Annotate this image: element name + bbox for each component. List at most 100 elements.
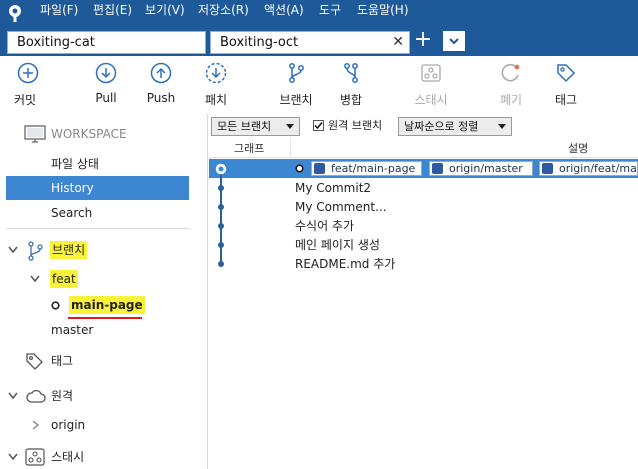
stash-button[interactable]: 스태시 <box>403 56 459 114</box>
graph-column-header[interactable]: 그래프 <box>234 140 264 156</box>
stash-icon <box>25 448 45 466</box>
branch-button[interactable]: 브랜치 <box>268 56 324 114</box>
commit-row[interactable]: 메인 페이지 생성 <box>209 236 638 255</box>
fetch-button[interactable]: 패치 <box>188 56 244 114</box>
remote-branches-checkbox[interactable] <box>313 120 324 131</box>
commit-message: My Commit2 <box>295 181 372 195</box>
menu-actions[interactable]: 액션(A) <box>264 0 304 22</box>
graph-node <box>218 242 224 248</box>
branch-item-master[interactable]: master <box>0 318 207 342</box>
merge-button[interactable]: 병합 <box>323 56 379 114</box>
branch-item-main-page[interactable]: main-page <box>0 293 207 319</box>
plus-circle-icon <box>17 62 39 84</box>
branch-folder-feat[interactable]: feat <box>0 267 207 291</box>
sourcetree-logo-icon <box>9 5 21 22</box>
menu-view[interactable]: 보기(V) <box>145 0 185 22</box>
push-button[interactable]: Push <box>133 56 189 114</box>
current-branch-dot-icon <box>51 301 60 310</box>
chevron-down-icon <box>8 392 18 400</box>
menu-repository[interactable]: 저장소(R) <box>198 0 249 22</box>
menu-edit[interactable]: 편집(E) <box>93 0 132 22</box>
tab-label: Boxiting-oct <box>220 35 299 50</box>
tag-icon <box>557 64 576 83</box>
commit-button[interactable]: 커밋 <box>0 56 56 114</box>
remote-label: origin <box>51 418 86 432</box>
new-tab-button[interactable]: + <box>413 29 433 52</box>
tag-label: 태그 <box>554 93 578 107</box>
stash-label: 스태시 <box>414 93 448 107</box>
tag-icon <box>26 353 43 370</box>
sidebar-item-history[interactable]: History <box>6 176 189 200</box>
close-icon[interactable]: ✕ <box>392 32 404 53</box>
commit-row[interactable]: README.md 추가 <box>209 255 638 274</box>
sidebar: WORKSPACE 파일 상태 History Search 브랜치 feat … <box>0 114 208 469</box>
discard-label: 폐기 <box>499 93 523 107</box>
chevron-right-icon <box>32 420 40 430</box>
commit-message: My Comment... <box>295 200 387 214</box>
branch-filter-dropdown[interactable]: 모든 브랜치 <box>211 117 300 136</box>
menu-help[interactable]: 도움말(H) <box>357 0 409 22</box>
history-filter-bar: 모든 브랜치 원격 브랜치 날짜순으로 정렬 <box>209 114 638 138</box>
tag-button[interactable]: 태그 <box>538 56 594 114</box>
tab-boxiting-oct[interactable]: Boxiting-oct ✕ <box>210 31 410 54</box>
graph-node <box>218 185 224 191</box>
branch-icon <box>432 163 443 174</box>
sort-order-dropdown[interactable]: 날짜순으로 정렬 <box>398 117 512 136</box>
discard-button[interactable]: 폐기 <box>483 56 539 114</box>
commit-row[interactable]: 수식어 추가 <box>209 217 638 236</box>
caret-down-icon <box>498 124 506 129</box>
menu-tools[interactable]: 도구 <box>319 0 341 22</box>
stash-title: 스태시 <box>51 450 85 464</box>
branch-icon <box>289 63 304 83</box>
sidebar-section-tags[interactable]: 태그 <box>0 349 207 373</box>
sidebar-section-stash[interactable]: 스태시 <box>0 445 207 469</box>
tab-boxiting-cat[interactable]: Boxiting-cat <box>7 31 206 54</box>
graph-node <box>218 261 224 267</box>
remotes-title: 원격 <box>51 389 74 403</box>
sidebar-item-label: History <box>51 181 94 195</box>
branch-icon <box>314 163 325 174</box>
toolbar: 커밋 Pull Push 패치 브랜치 병합 스태시 폐기 태그 <box>0 56 638 114</box>
monitor-icon <box>24 125 46 143</box>
description-column-header[interactable]: 설명 <box>568 140 588 156</box>
commit-row[interactable]: feat/main-page origin/master origin/feat… <box>209 159 638 178</box>
commit-message: 수식어 추가 <box>295 219 355 233</box>
branches-title: 브랜치 <box>50 241 88 259</box>
commit-graph <box>215 163 227 267</box>
dropdown-value: 날짜순으로 정렬 <box>404 120 479 133</box>
sidebar-item-search[interactable]: Search <box>0 201 207 225</box>
current-branch-label: main-page <box>69 296 145 314</box>
branch-label: master <box>51 323 94 337</box>
cloud-icon <box>26 389 46 403</box>
tab-label: Boxiting-cat <box>17 35 95 50</box>
sidebar-section-branches[interactable]: 브랜치 <box>0 238 207 262</box>
remote-item-origin[interactable]: origin <box>0 413 207 437</box>
workspace-header[interactable]: WORKSPACE <box>0 122 207 146</box>
sidebar-section-remotes[interactable]: 원격 <box>0 384 207 408</box>
fetch-dashed-circle-icon <box>205 62 227 84</box>
ref-text: origin/master <box>449 162 523 175</box>
ref-text: origin/feat/main-page <box>559 162 638 175</box>
commit-row[interactable]: My Commit2 <box>209 179 638 198</box>
remote-branches-label[interactable]: 원격 브랜치 <box>328 118 382 134</box>
chevron-down-icon <box>8 453 18 461</box>
commit-message: README.md 추가 <box>295 257 396 271</box>
chevron-down-icon <box>30 275 40 283</box>
stash-icon <box>421 64 441 82</box>
menu-file[interactable]: 파일(F) <box>40 0 78 22</box>
history-column-header: 그래프 설명 <box>209 138 638 158</box>
arrow-up-circle-icon <box>150 62 172 84</box>
commit-row[interactable]: My Comment... <box>209 198 638 217</box>
ref-text: feat/main-page <box>331 162 416 175</box>
pull-button[interactable]: Pull <box>78 56 134 114</box>
sidebar-item-label: 파일 상태 <box>51 157 99 171</box>
head-indicator-icon <box>295 164 304 173</box>
sidebar-item-file-status[interactable]: 파일 상태 <box>0 152 207 176</box>
branch-icon <box>542 163 553 174</box>
push-label: Push <box>146 91 176 105</box>
column-separator[interactable] <box>290 138 291 158</box>
dropdown-value: 모든 브랜치 <box>217 120 272 133</box>
commit-message: 메인 페이지 생성 <box>295 238 380 252</box>
menu-bar: 파일(F) 편집(E) 보기(V) 저장소(R) 액션(A) 도구 도움말(H) <box>0 0 638 26</box>
tab-list-dropdown-button[interactable] <box>443 31 465 51</box>
